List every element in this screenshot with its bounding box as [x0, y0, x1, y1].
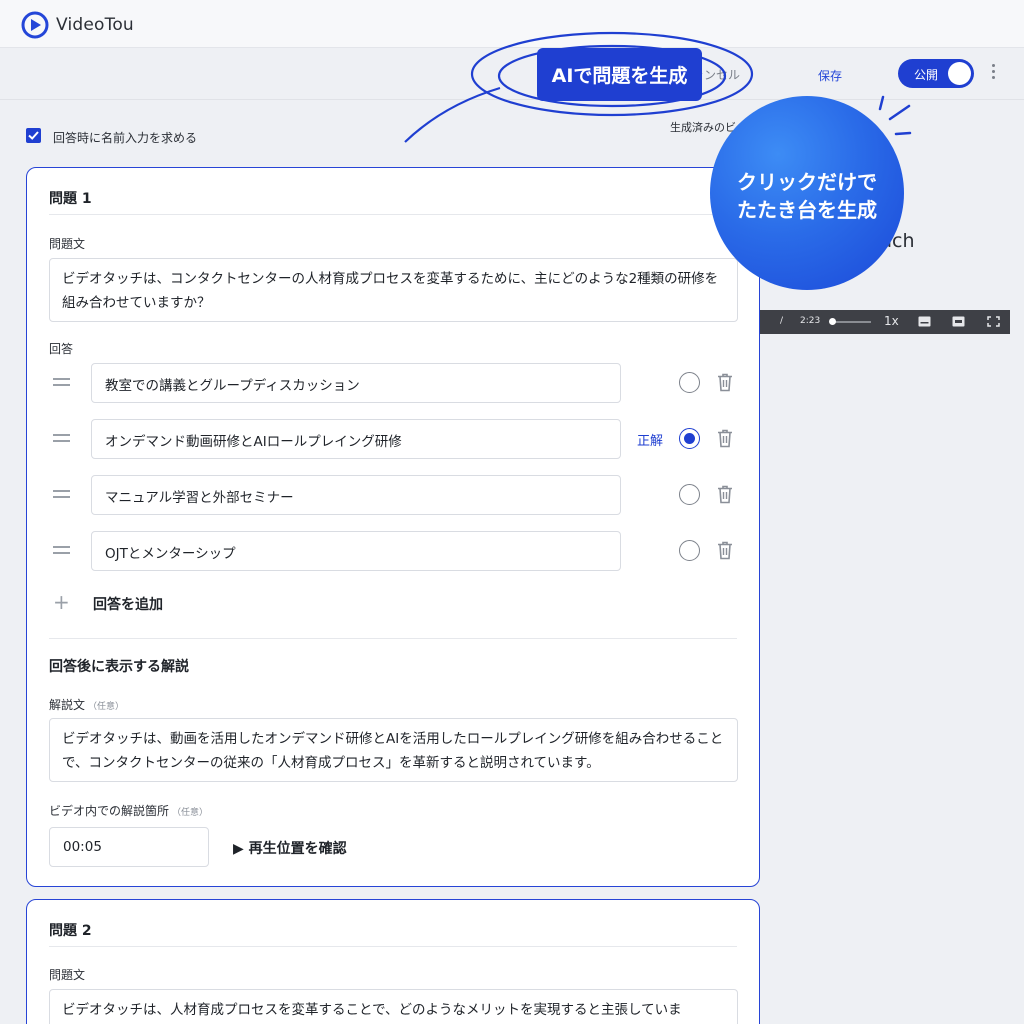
- promo-line-1: クリックだけで: [737, 170, 877, 194]
- captions-icon[interactable]: [918, 316, 931, 327]
- title-divider: [49, 946, 737, 947]
- answers-label: 回答: [49, 342, 74, 356]
- drag-handle-icon[interactable]: [53, 546, 70, 554]
- check-icon: [28, 131, 39, 140]
- explanation-text-field[interactable]: ビデオタッチは、動画を活用したオンデマンド研修とAIを活用したロールプレイング研…: [49, 718, 738, 782]
- question-text-label: 問題文: [49, 968, 86, 982]
- promo-line-2: たたき台を生成: [737, 198, 877, 222]
- drag-handle-icon[interactable]: [53, 490, 70, 498]
- top-bar: VideoTou: [0, 0, 1024, 48]
- drag-handle-icon[interactable]: [53, 378, 70, 386]
- answer-field[interactable]: 教室での講義とグループディスカッション: [91, 363, 621, 403]
- toolbar: [0, 48, 1024, 100]
- promo-badge: クリックだけで たたき台を生成: [710, 96, 904, 290]
- trash-icon[interactable]: [717, 541, 733, 560]
- title-divider: [49, 214, 737, 215]
- seek-track[interactable]: [831, 321, 871, 323]
- plus-icon[interactable]: +: [53, 592, 70, 612]
- answer-field[interactable]: OJTとメンターシップ: [91, 531, 621, 571]
- correct-radio[interactable]: [679, 428, 700, 449]
- generated-video-label: 生成済みのビ: [670, 121, 736, 134]
- logo-play-icon: [21, 11, 49, 39]
- video-duration: 2:23: [800, 316, 821, 326]
- question-text-field[interactable]: ビデオタッチは、コンタクトセンターの人材育成プロセスを変革するために、主にどのよ…: [49, 258, 738, 322]
- optional-tag: （任意）: [172, 808, 209, 818]
- trash-icon[interactable]: [717, 485, 733, 504]
- section-divider: [49, 638, 737, 639]
- time-separator: /: [780, 316, 784, 326]
- toggle-knob: [948, 62, 971, 85]
- video-control-bar: / 2:23 1x: [760, 310, 1010, 334]
- question-title: 問題 2: [49, 923, 92, 939]
- answer-field[interactable]: マニュアル学習と外部セミナー: [91, 475, 621, 515]
- publish-toggle[interactable]: 公開: [898, 59, 974, 88]
- explanation-section-title: 回答後に表示する解説: [49, 659, 189, 675]
- seek-handle[interactable]: [829, 318, 836, 325]
- ai-generate-button[interactable]: AIで問題を生成: [537, 48, 702, 101]
- correct-radio[interactable]: [679, 540, 700, 561]
- drag-handle-icon[interactable]: [53, 434, 70, 442]
- correct-radio[interactable]: [679, 372, 700, 393]
- optional-tag: （任意）: [88, 702, 125, 712]
- video-position-label-text: ビデオ内での解説箇所: [49, 804, 170, 818]
- save-button[interactable]: 保存: [818, 67, 842, 84]
- spark-line: [894, 131, 912, 136]
- hd-quality-icon[interactable]: [952, 316, 965, 327]
- video-position-input[interactable]: 00:05: [49, 827, 209, 867]
- question-text-label: 問題文: [49, 237, 86, 251]
- logo-text: VideoTou: [56, 15, 134, 35]
- publish-label: 公開: [914, 68, 939, 82]
- check-position-button[interactable]: ▶ 再生位置を確認: [233, 838, 347, 858]
- video-position-label: ビデオ内での解説箇所 （任意）: [49, 802, 208, 819]
- explanation-label: 解説文 （任意）: [49, 696, 124, 713]
- fullscreen-icon[interactable]: [987, 316, 1000, 327]
- more-menu-icon[interactable]: [988, 64, 998, 84]
- spark-line: [888, 104, 911, 121]
- trash-icon[interactable]: [717, 429, 733, 448]
- app-logo[interactable]: VideoTou: [20, 10, 134, 40]
- require-name-label: 回答時に名前入力を求める: [53, 131, 198, 145]
- require-name-checkbox[interactable]: [26, 128, 41, 143]
- question-text-field[interactable]: ビデオタッチは、人材育成プロセスを変革することで、どのようなメリットを実現すると…: [49, 989, 738, 1024]
- add-answer-button[interactable]: 回答を追加: [93, 594, 163, 614]
- question-card-1: 問題 1 問題文 ビデオタッチは、コンタクトセンターの人材育成プロセスを変革する…: [26, 167, 760, 887]
- question-title: 問題 1: [49, 191, 92, 207]
- explanation-label-text: 解説文: [49, 698, 86, 712]
- correct-radio[interactable]: [679, 484, 700, 505]
- answer-field[interactable]: オンデマンド動画研修とAIロールプレイング研修: [91, 419, 621, 459]
- playback-speed[interactable]: 1x: [884, 314, 899, 328]
- trash-icon[interactable]: [717, 373, 733, 392]
- correct-label: 正解: [637, 434, 664, 449]
- question-card-2: 問題 2 問題文 ビデオタッチは、人材育成プロセスを変革することで、どのようなメ…: [26, 899, 760, 1024]
